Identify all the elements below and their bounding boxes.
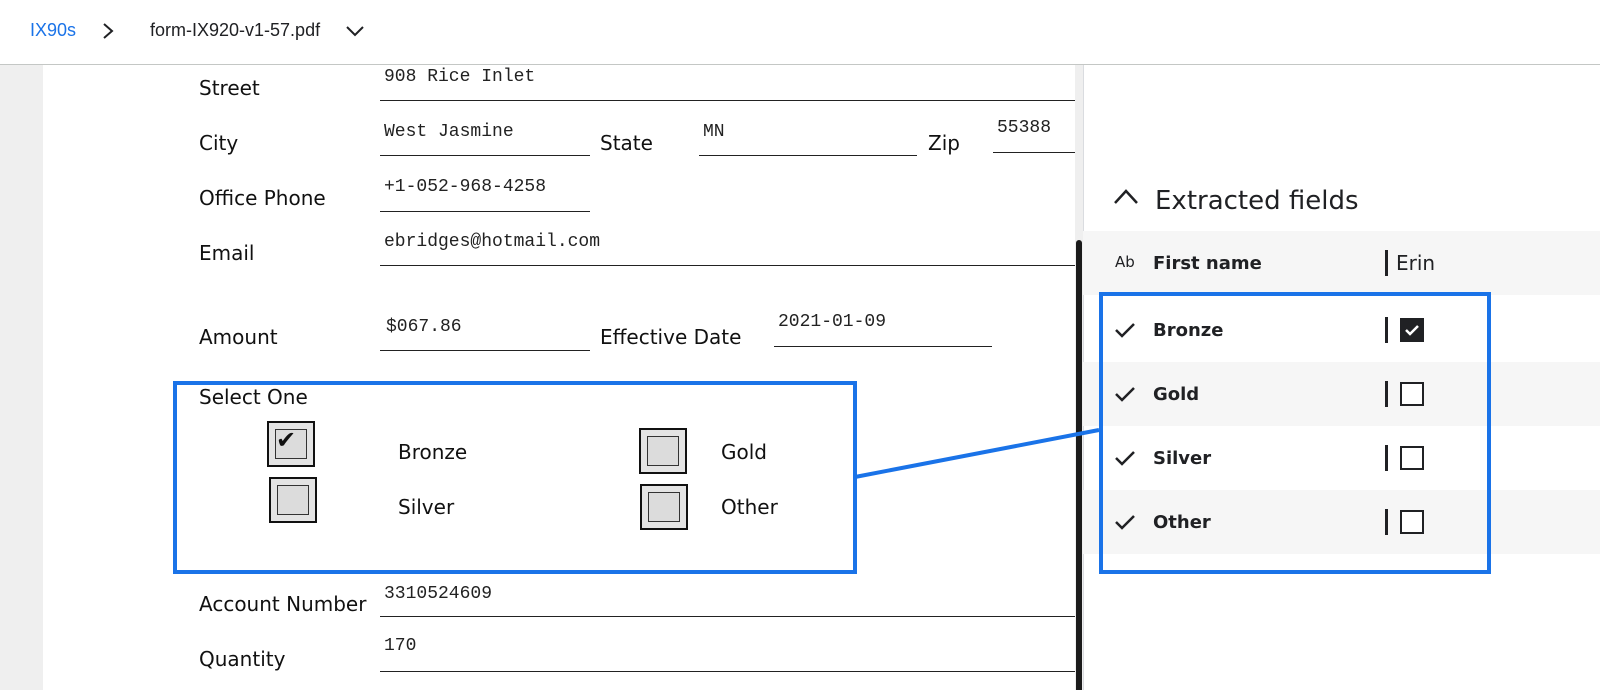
gold-field-checkbox[interactable] xyxy=(1400,382,1424,406)
check-icon xyxy=(1115,515,1135,530)
check-icon xyxy=(1115,323,1135,338)
select-one-label: Select One xyxy=(199,385,308,409)
text-cursor-bar xyxy=(1385,317,1388,343)
field-name: Silver xyxy=(1153,448,1212,469)
checkbox-check-icon xyxy=(1405,325,1419,336)
street-value: 908 Rice Inlet xyxy=(384,67,536,87)
quantity-underline xyxy=(380,671,1075,672)
bronze-option-label: Bronze xyxy=(398,440,468,464)
city-label: City xyxy=(199,131,239,155)
effective-date-label: Effective Date xyxy=(600,325,742,349)
amount-label: Amount xyxy=(199,325,278,349)
bronze-field-checkbox[interactable] xyxy=(1400,318,1424,342)
quantity-label: Quantity xyxy=(199,647,286,671)
text-cursor-bar xyxy=(1385,250,1388,276)
email-value: ebridges@hotmail.com xyxy=(384,232,601,252)
state-underline xyxy=(699,155,917,156)
chevron-down-icon[interactable] xyxy=(344,22,366,40)
state-label: State xyxy=(600,131,653,155)
field-row-gold[interactable]: Gold xyxy=(1083,362,1600,426)
street-underline xyxy=(380,100,1075,101)
check-icon xyxy=(1115,387,1135,402)
state-value: MN xyxy=(703,122,725,142)
text-type-icon: Ab xyxy=(1115,253,1135,271)
zip-underline xyxy=(993,152,1075,153)
silver-checkbox xyxy=(269,477,317,523)
text-cursor-bar xyxy=(1385,381,1388,407)
check-mark-icon: ✔ xyxy=(276,426,297,454)
field-name: Bronze xyxy=(1153,320,1224,341)
other-option-label: Other xyxy=(721,495,778,519)
bronze-checkbox: ✔ xyxy=(267,421,315,467)
phone-label: Office Phone xyxy=(199,186,326,210)
field-row-silver[interactable]: Silver xyxy=(1083,426,1600,490)
field-name: First name xyxy=(1153,253,1262,274)
top-bar: IX90s form-IX920-v1-57.pdf xyxy=(0,0,1600,65)
silver-field-checkbox[interactable] xyxy=(1400,446,1424,470)
street-label: Street xyxy=(199,76,260,100)
effective-date-value: 2021-01-09 xyxy=(778,312,887,332)
field-row-first-name[interactable]: Ab First name Erin xyxy=(1083,231,1600,295)
quantity-value: 170 xyxy=(384,636,417,656)
other-checkbox xyxy=(640,484,688,530)
account-number-value: 3310524609 xyxy=(384,584,493,604)
phone-value: +1-052-968-4258 xyxy=(384,177,547,197)
chevron-up-icon[interactable] xyxy=(1112,186,1140,208)
effective-date-underline xyxy=(774,346,992,347)
breadcrumb-file-name: form-IX920-v1-57.pdf xyxy=(150,20,321,40)
city-underline xyxy=(380,155,590,156)
check-icon xyxy=(1115,451,1135,466)
document-page: Street 908 Rice Inlet City West Jasmine … xyxy=(43,65,1075,690)
email-label: Email xyxy=(199,241,255,265)
chevron-right-icon xyxy=(103,23,114,39)
gold-checkbox xyxy=(639,428,687,474)
document-scrollbar[interactable] xyxy=(1076,240,1082,690)
field-row-other[interactable]: Other xyxy=(1083,490,1600,554)
panel-title: Extracted fields xyxy=(1155,186,1359,216)
field-name: Gold xyxy=(1153,384,1200,405)
gold-option-label: Gold xyxy=(721,440,767,464)
other-field-checkbox[interactable] xyxy=(1400,510,1424,534)
email-underline xyxy=(380,265,1075,266)
city-value: West Jasmine xyxy=(384,122,514,142)
silver-option-label: Silver xyxy=(398,495,455,519)
zip-value: 55388 xyxy=(997,118,1052,138)
account-number-label: Account Number xyxy=(199,592,367,616)
phone-underline xyxy=(380,211,590,212)
amount-value: $067.86 xyxy=(386,317,462,337)
account-number-underline xyxy=(380,616,1075,617)
breadcrumb-root-link[interactable]: IX90s xyxy=(30,20,76,41)
zip-label: Zip xyxy=(928,131,960,155)
text-cursor-bar xyxy=(1385,445,1388,471)
text-cursor-bar xyxy=(1385,509,1388,535)
field-value[interactable]: Erin xyxy=(1396,251,1435,275)
field-name: Other xyxy=(1153,512,1211,533)
amount-underline xyxy=(380,350,590,351)
field-row-bronze[interactable]: Bronze xyxy=(1083,298,1600,362)
